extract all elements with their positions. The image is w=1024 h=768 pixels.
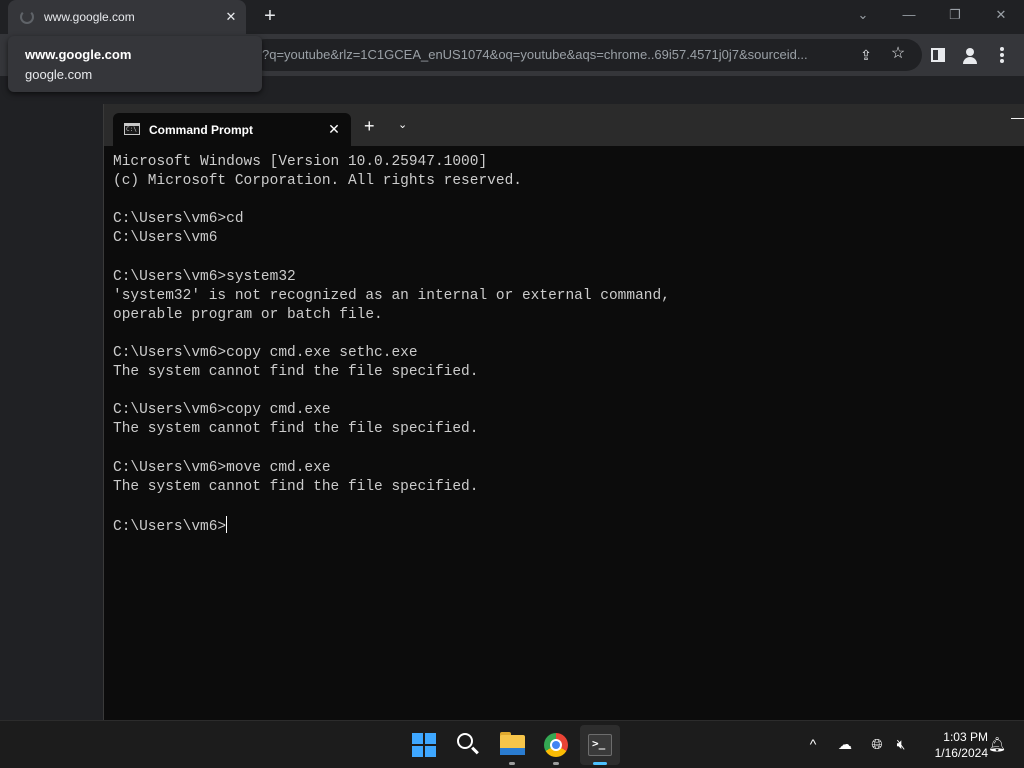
kebab-menu-icon[interactable]: [992, 45, 1012, 65]
terminal-taskbar-button[interactable]: >_: [580, 725, 620, 765]
terminal-line: C:\Users\vm6>copy cmd.exe sethc.exe: [113, 344, 418, 361]
system-clock[interactable]: 1:03 PM 1/16/2024: [918, 729, 988, 761]
terminal-prompt: C:\Users\vm6>: [113, 518, 227, 535]
restore-button[interactable]: ❐: [932, 0, 978, 30]
minimize-button[interactable]: —: [886, 0, 932, 30]
clock-time: 1:03 PM: [943, 730, 988, 744]
command-prompt-icon: C:\: [124, 123, 140, 135]
running-indicator: [509, 762, 515, 765]
start-button[interactable]: [404, 725, 444, 765]
terminal-output[interactable]: Microsoft Windows [Version 10.0.25947.10…: [113, 153, 1013, 713]
text-cursor: [226, 515, 228, 533]
terminal-minimize-button[interactable]: —: [1011, 110, 1024, 126]
close-window-button[interactable]: ✕: [978, 0, 1024, 30]
side-panel-icon[interactable]: [928, 45, 948, 65]
chrome-icon: [544, 733, 568, 757]
terminal-line: C:\Users\vm6: [113, 230, 218, 247]
browser-tab[interactable]: www.google.com ✕: [8, 0, 246, 34]
file-explorer-button[interactable]: [492, 725, 532, 765]
volume-muted-icon[interactable]: 🔇︎: [890, 733, 912, 755]
tab-search-dropdown-icon[interactable]: ⌄: [840, 0, 886, 30]
taskbar: >_ ^ ☁ 🌐︎ 🔇︎ 1:03 PM 1/16/2024 🔔︎: [0, 720, 1024, 768]
search-button[interactable]: [448, 725, 488, 765]
terminal-line: The system cannot find the file specifie…: [113, 421, 479, 438]
terminal-tab-title: Command Prompt: [149, 123, 254, 137]
clock-date: 1/16/2024: [934, 746, 988, 760]
terminal-line: The system cannot find the file specifie…: [113, 478, 479, 495]
terminal-line: C:\Users\vm6>copy cmd.exe: [113, 402, 331, 419]
chrome-taskbar-button[interactable]: [536, 725, 576, 765]
profile-icon[interactable]: [960, 45, 980, 65]
terminal-line: C:\Users\vm6>move cmd.exe: [113, 459, 331, 476]
terminal-prompt-line[interactable]: C:\Users\vm6>: [113, 515, 1013, 535]
terminal-line: Microsoft Windows [Version 10.0.25947.10…: [113, 154, 488, 170]
running-indicator: [553, 762, 559, 765]
onedrive-offline-icon[interactable]: ☁: [834, 733, 856, 755]
show-hidden-icons-chevron-icon[interactable]: ^: [802, 733, 824, 755]
share-icon[interactable]: ⇪: [856, 45, 876, 65]
terminal-window: C:\ Command Prompt ✕ + ⌄ — Microsoft Win…: [103, 104, 1024, 720]
bookmark-star-icon[interactable]: ☆: [888, 44, 908, 64]
terminal-line: The system cannot find the file specifie…: [113, 364, 479, 381]
terminal-dropdown-icon[interactable]: ⌄: [398, 118, 407, 131]
terminal-icon: >_: [588, 734, 612, 756]
terminal-line: C:\Users\vm6>cd: [113, 211, 244, 228]
browser-tabstrip: www.google.com ✕ + ⌄ — ❐ ✕: [0, 0, 1024, 34]
notification-bell-icon[interactable]: 🔔︎: [986, 733, 1008, 755]
network-globe-icon[interactable]: 🌐︎: [866, 733, 888, 755]
new-terminal-tab-button[interactable]: +: [364, 117, 375, 135]
browser-tab-title: www.google.com: [44, 10, 135, 24]
close-terminal-tab-icon[interactable]: ✕: [325, 120, 343, 138]
new-tab-button[interactable]: +: [258, 5, 282, 29]
hover-card-url: google.com: [25, 67, 93, 82]
terminal-line: 'system32' is not recognized as an inter…: [113, 287, 670, 304]
terminal-line: C:\Users\vm6>system32: [113, 268, 296, 285]
address-bar[interactable]: ?q=youtube&rlz=1C1GCEA_enUS1074&oq=youtu…: [250, 39, 922, 71]
active-indicator: [593, 762, 607, 765]
search-icon: [457, 733, 473, 749]
loading-favicon-icon: [20, 10, 34, 24]
terminal-line: operable program or batch file.: [113, 306, 383, 323]
address-bar-url[interactable]: ?q=youtube&rlz=1C1GCEA_enUS1074&oq=youtu…: [262, 47, 852, 62]
tab-hover-card: www.google.com google.com: [8, 36, 262, 92]
terminal-tabbar: C:\ Command Prompt ✕ + ⌄ —: [104, 104, 1024, 146]
close-tab-icon[interactable]: ✕: [222, 8, 240, 26]
terminal-tab[interactable]: C:\ Command Prompt ✕: [113, 113, 351, 146]
terminal-line: (c) Microsoft Corporation. All rights re…: [113, 173, 522, 190]
windows-logo-icon: [412, 733, 436, 757]
hover-card-title: www.google.com: [25, 47, 132, 62]
